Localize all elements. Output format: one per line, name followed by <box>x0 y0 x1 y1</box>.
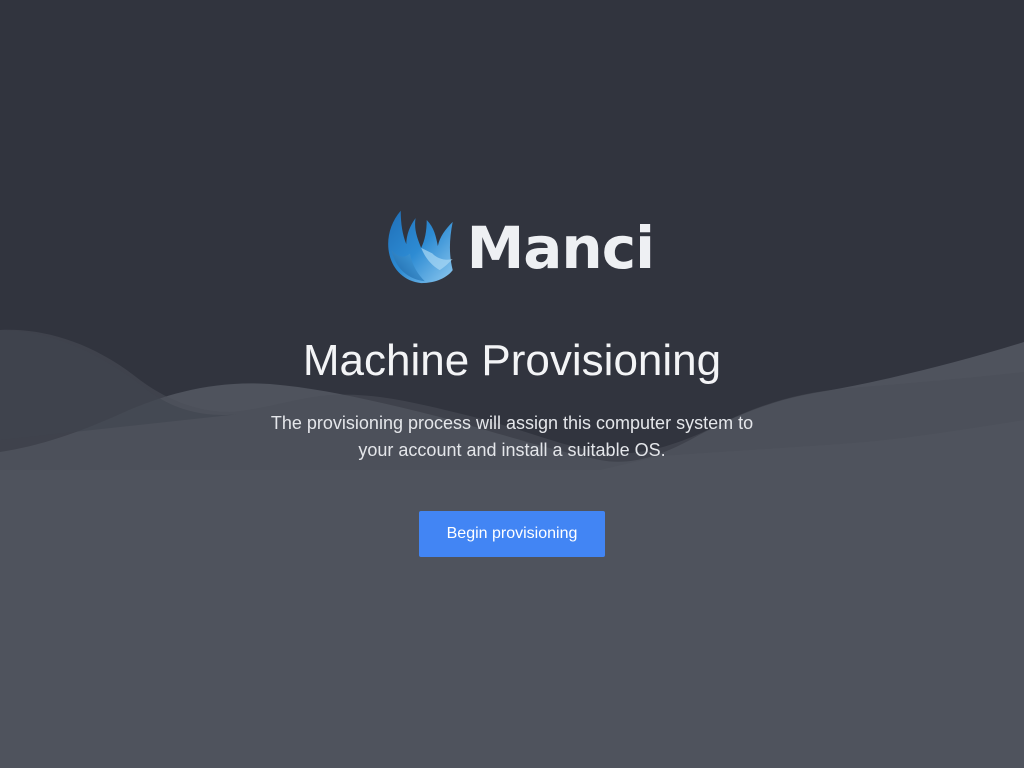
page-title: Machine Provisioning <box>302 336 722 385</box>
begin-provisioning-button[interactable]: Begin provisioning <box>419 511 605 557</box>
brand-logo: Manci <box>384 204 655 288</box>
page-description: The provisioning process will assign thi… <box>270 413 754 460</box>
flame-logo-icon <box>388 210 453 284</box>
provisioning-page: Manci Machine Provisioning The provision… <box>0 0 1024 768</box>
main-content: Manci Machine Provisioning The provision… <box>0 0 1024 768</box>
brand-name: Manci <box>466 214 655 282</box>
